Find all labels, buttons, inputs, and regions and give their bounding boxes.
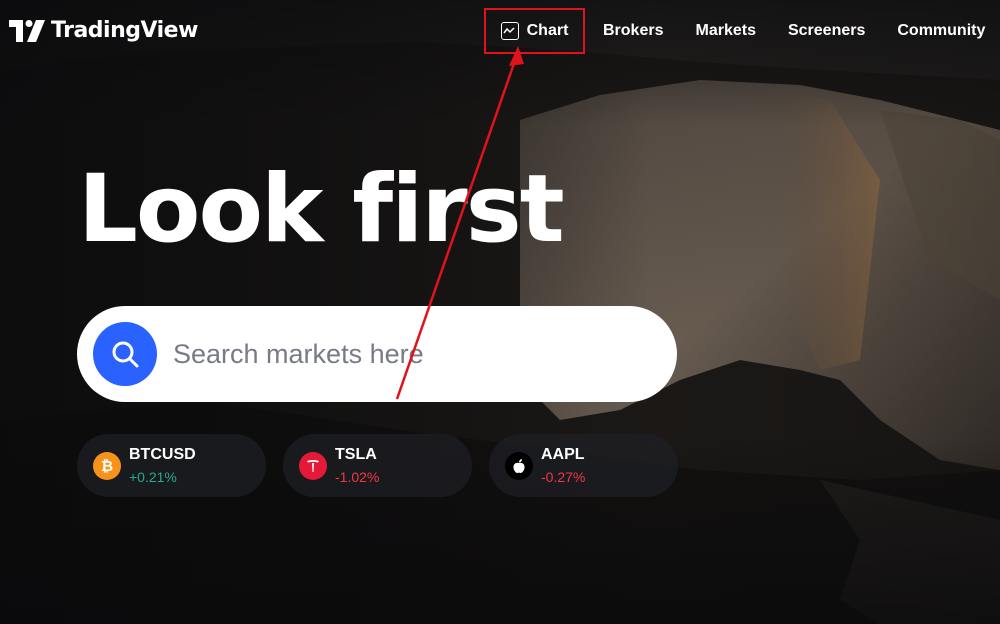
- main-nav: Chart Brokers Markets Screeners Communit…: [484, 8, 985, 54]
- site-header: TradingView Chart Brokers Markets Screen…: [0, 0, 1000, 62]
- search-button[interactable]: [93, 322, 157, 386]
- ticker-list: ₿ BTCUSD +0.21% TSLA -1.02% AAPL -0.27%: [77, 434, 695, 497]
- market-search-bar[interactable]: Search markets here: [77, 306, 677, 402]
- brand-name: TradingView: [51, 18, 198, 43]
- ticker-symbol: TSLA: [335, 445, 377, 463]
- ticker-change: +0.21%: [129, 468, 177, 485]
- nav-chart-label: Chart: [526, 22, 569, 39]
- nav-chart[interactable]: Chart: [484, 8, 585, 54]
- tradingview-logo-mark: [9, 20, 45, 42]
- nav-community[interactable]: Community: [897, 8, 985, 54]
- svg-text:₿: ₿: [101, 457, 113, 475]
- apple-icon: [505, 451, 533, 480]
- ticker-change: -0.27%: [541, 468, 586, 485]
- bitcoin-icon: ₿: [93, 451, 121, 480]
- ticker-btcusd[interactable]: ₿ BTCUSD +0.21%: [77, 434, 266, 497]
- ticker-tsla[interactable]: TSLA -1.02%: [283, 434, 472, 497]
- ticker-symbol: AAPL: [541, 445, 585, 463]
- hero-title: Look first: [78, 155, 565, 264]
- nav-markets[interactable]: Markets: [695, 8, 755, 54]
- search-icon: [112, 341, 139, 368]
- search-placeholder[interactable]: Search markets here: [173, 339, 424, 370]
- ticker-aapl[interactable]: AAPL -0.27%: [489, 434, 678, 497]
- tradingview-logo[interactable]: TradingView: [9, 18, 198, 44]
- tesla-icon: [299, 451, 327, 480]
- chart-line-icon: [500, 22, 519, 40]
- nav-brokers[interactable]: Brokers: [603, 8, 663, 54]
- ticker-symbol: BTCUSD: [129, 445, 196, 463]
- ticker-change: -1.02%: [335, 468, 380, 485]
- nav-screeners[interactable]: Screeners: [788, 8, 865, 54]
